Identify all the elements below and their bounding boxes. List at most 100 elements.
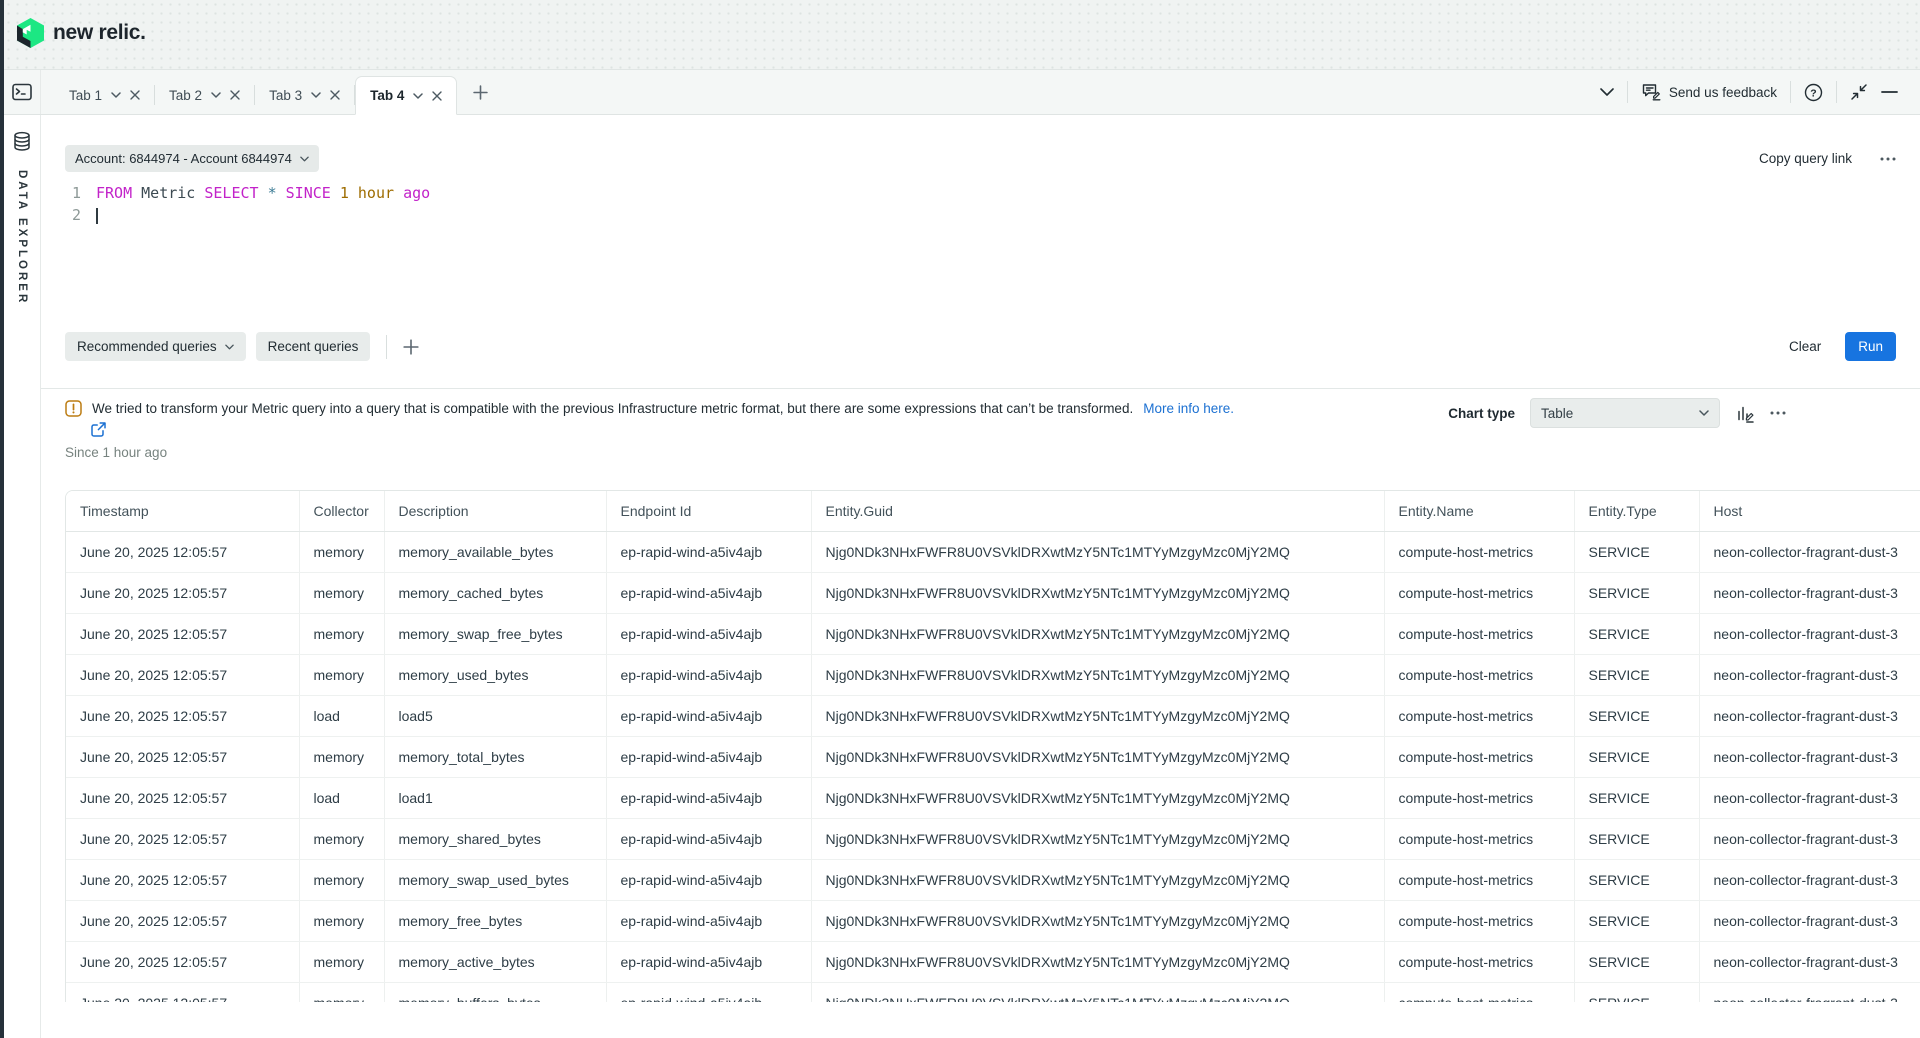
table-cell: neon-collector-fragrant-dust-3 xyxy=(1699,736,1920,777)
tab-4-active[interactable]: Tab 4 xyxy=(355,76,457,115)
warning-icon xyxy=(65,400,82,417)
warning-message: We tried to transform your Metric query … xyxy=(92,401,1133,416)
results-table-container: TimestampCollectorDescriptionEndpoint Id… xyxy=(65,490,1920,1002)
chevron-down-icon[interactable] xyxy=(413,93,423,99)
table-cell: SERVICE xyxy=(1574,736,1699,777)
close-icon[interactable] xyxy=(330,90,340,100)
table-cell: ep-rapid-wind-a5iv4ajb xyxy=(606,859,811,900)
divider xyxy=(1790,81,1791,103)
chevron-down-icon xyxy=(300,156,309,162)
table-cell: June 20, 2025 12:05:57 xyxy=(66,531,299,572)
add-tab-button[interactable] xyxy=(473,85,488,100)
table-cell: compute-host-metrics xyxy=(1384,941,1574,982)
logo-text: new relic. xyxy=(53,21,146,45)
table-cell: memory xyxy=(299,859,384,900)
close-icon[interactable] xyxy=(230,90,240,100)
table-cell: ep-rapid-wind-a5iv4ajb xyxy=(606,900,811,941)
table-cell: compute-host-metrics xyxy=(1384,613,1574,654)
column-header[interactable]: Host xyxy=(1699,491,1920,531)
table-cell: SERVICE xyxy=(1574,777,1699,818)
table-cell: neon-collector-fragrant-dust-3 xyxy=(1699,777,1920,818)
table-cell: memory_swap_used_bytes xyxy=(384,859,606,900)
column-header[interactable]: Timestamp xyxy=(66,491,299,531)
table-cell: memory_shared_bytes xyxy=(384,818,606,859)
tab-1[interactable]: Tab 1 xyxy=(55,76,154,114)
minimize-button[interactable] xyxy=(1881,90,1898,94)
collapse-panel-button[interactable] xyxy=(1850,83,1868,101)
table-cell: SERVICE xyxy=(1574,818,1699,859)
column-header[interactable]: Description xyxy=(384,491,606,531)
table-row: June 20, 2025 12:05:57memorymemory_total… xyxy=(66,736,1920,777)
column-header[interactable]: Endpoint Id xyxy=(606,491,811,531)
table-cell: memory xyxy=(299,818,384,859)
table-cell: June 20, 2025 12:05:57 xyxy=(66,777,299,818)
clear-button[interactable]: Clear xyxy=(1789,339,1821,354)
results-table: TimestampCollectorDescriptionEndpoint Id… xyxy=(66,491,1920,1002)
recommended-queries-label: Recommended queries xyxy=(77,339,217,354)
chevron-down-icon[interactable] xyxy=(211,92,221,98)
chart-type-value: Table xyxy=(1541,406,1573,421)
table-cell: memory_swap_free_bytes xyxy=(384,613,606,654)
table-cell: neon-collector-fragrant-dust-3 xyxy=(1699,859,1920,900)
results-more-options-button[interactable] xyxy=(1770,411,1786,415)
more-info-link[interactable]: More info here. xyxy=(1143,401,1234,416)
svg-text:?: ? xyxy=(1810,87,1816,99)
line-number: 2 xyxy=(65,204,81,226)
send-feedback-label: Send us feedback xyxy=(1669,85,1777,100)
table-row: June 20, 2025 12:05:57loadload5ep-rapid-… xyxy=(66,695,1920,736)
content-area: DATA EXPLORER Account: 6844974 - Account… xyxy=(4,115,1920,1038)
chart-type-controls: Chart type Table xyxy=(1448,398,1786,428)
chevron-down-icon[interactable] xyxy=(311,92,321,98)
run-button[interactable]: Run xyxy=(1845,332,1896,361)
chevron-down-icon xyxy=(225,344,234,350)
table-cell: June 20, 2025 12:05:57 xyxy=(66,982,299,1002)
table-cell: Njg0NDk3NHxFWFR8U0VSVklDRXwtMzY5NTc1MTYy… xyxy=(811,859,1384,900)
chevron-down-icon xyxy=(1699,410,1709,416)
data-explorer-nav-button[interactable] xyxy=(12,131,32,152)
send-feedback-button[interactable]: Send us feedback xyxy=(1641,83,1777,101)
since-label: Since 1 hour ago xyxy=(65,445,1896,460)
window-left-edge xyxy=(0,0,4,1038)
query-more-options-button[interactable] xyxy=(1880,157,1896,161)
column-header[interactable]: Entity.Name xyxy=(1384,491,1574,531)
tab-overflow-button[interactable] xyxy=(1600,88,1614,96)
more-options-icon xyxy=(1770,411,1786,415)
table-cell: load xyxy=(299,695,384,736)
close-icon[interactable] xyxy=(130,90,140,100)
copy-query-link-button[interactable]: Copy query link xyxy=(1759,151,1852,166)
query-header-actions: Copy query link xyxy=(1759,151,1896,166)
database-icon xyxy=(12,131,32,152)
nr-logo-icon xyxy=(17,18,44,48)
table-cell: memory xyxy=(299,982,384,1002)
close-icon[interactable] xyxy=(432,91,442,101)
customize-chart-button[interactable] xyxy=(1735,403,1755,423)
table-cell: compute-host-metrics xyxy=(1384,695,1574,736)
table-cell: compute-host-metrics xyxy=(1384,982,1574,1002)
table-cell: memory xyxy=(299,531,384,572)
table-cell: Njg0NDk3NHxFWFR8U0VSVklDRXwtMzY5NTc1MTYy… xyxy=(811,982,1384,1002)
tab-2[interactable]: Tab 2 xyxy=(155,76,254,114)
table-cell: compute-host-metrics xyxy=(1384,777,1574,818)
data-explorer-label: DATA EXPLORER xyxy=(16,170,28,305)
column-header[interactable]: Entity.Type xyxy=(1574,491,1699,531)
add-query-button[interactable] xyxy=(403,339,419,355)
table-cell: memory_cached_bytes xyxy=(384,572,606,613)
table-cell: compute-host-metrics xyxy=(1384,531,1574,572)
column-header[interactable]: Collector xyxy=(299,491,384,531)
table-cell: compute-host-metrics xyxy=(1384,818,1574,859)
help-button[interactable]: ? xyxy=(1804,83,1823,102)
query-editor[interactable]: 1 FROM Metric SELECT * SINCE 1 hour ago … xyxy=(41,172,1920,332)
chevron-down-icon[interactable] xyxy=(111,92,121,98)
table-cell: June 20, 2025 12:05:57 xyxy=(66,695,299,736)
tab-3[interactable]: Tab 3 xyxy=(255,76,354,114)
recommended-queries-button[interactable]: Recommended queries xyxy=(65,332,246,361)
new-relic-logo[interactable]: new relic. xyxy=(17,18,146,48)
chart-type-select[interactable]: Table xyxy=(1530,398,1720,428)
query-console-button[interactable] xyxy=(4,70,41,114)
recent-queries-button[interactable]: Recent queries xyxy=(256,332,371,361)
tab-label: Tab 4 xyxy=(370,88,404,103)
table-cell: ep-rapid-wind-a5iv4ajb xyxy=(606,572,811,613)
query-toolbar: Recommended queries Recent queries Clear… xyxy=(41,332,1920,361)
column-header[interactable]: Entity.Guid xyxy=(811,491,1384,531)
account-selector[interactable]: Account: 6844974 - Account 6844974 xyxy=(65,145,319,172)
